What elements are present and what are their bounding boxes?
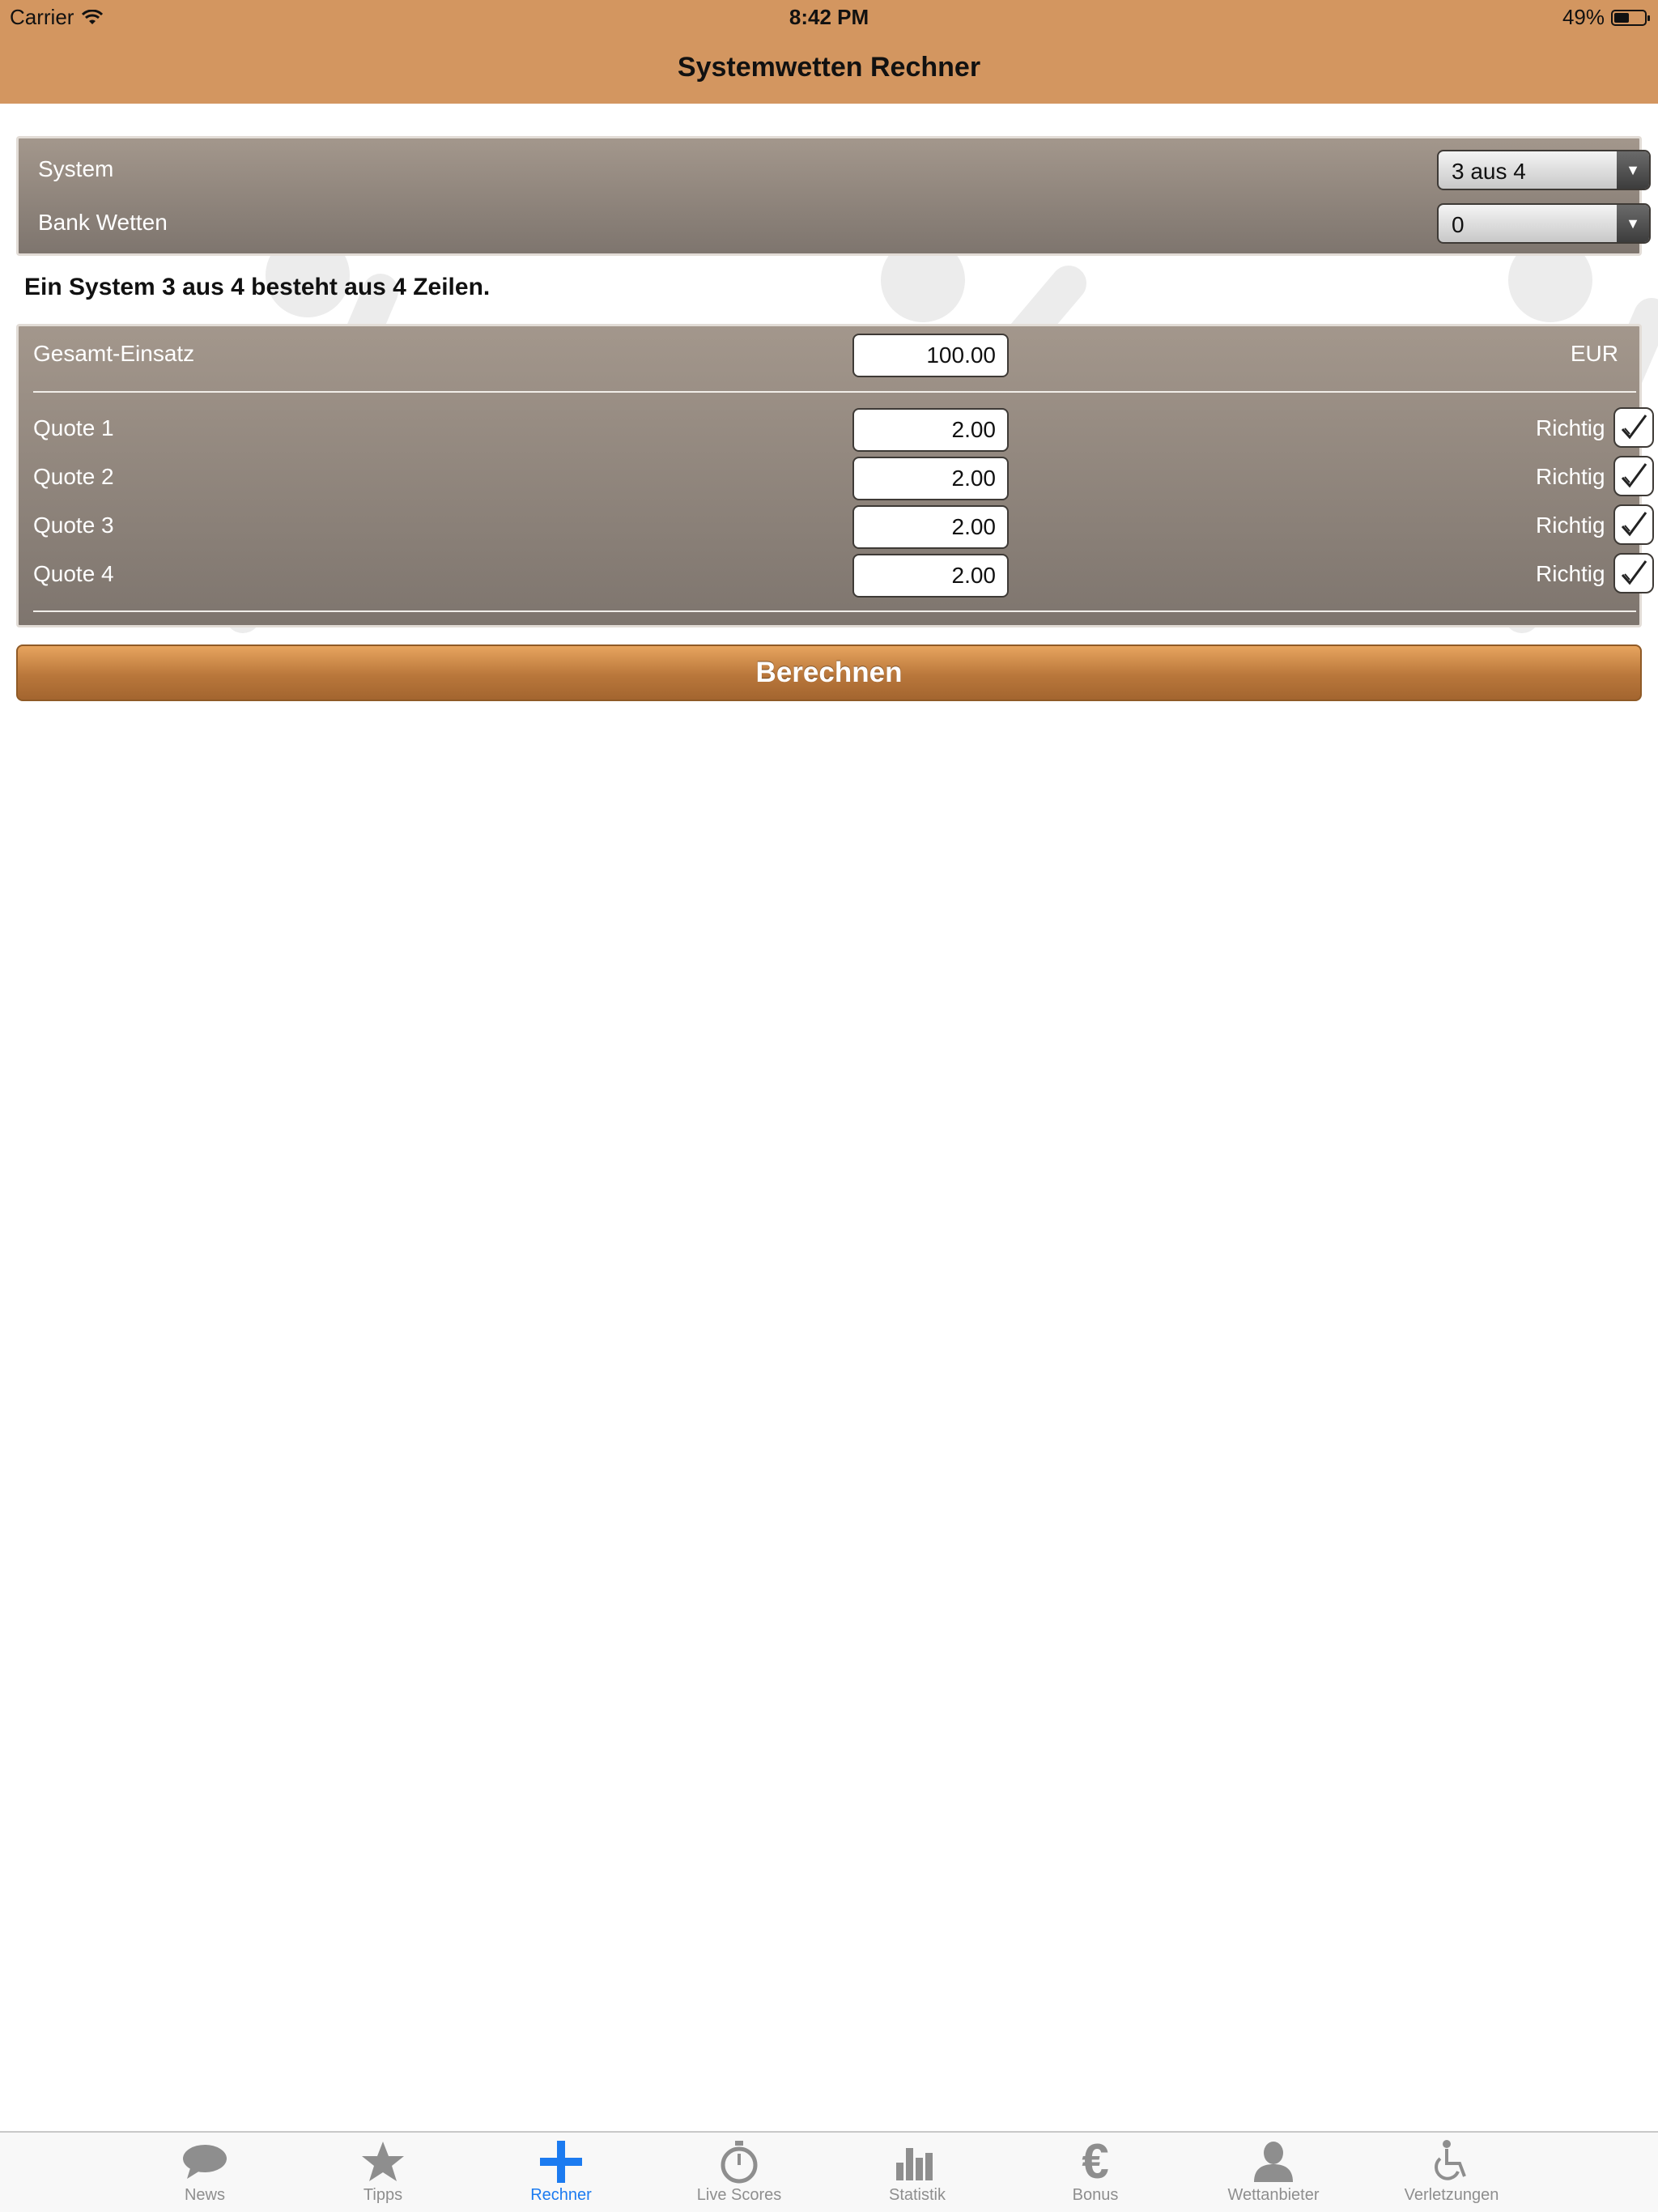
tab-label: Tipps bbox=[363, 2186, 403, 2204]
status-battery: 49% bbox=[1562, 5, 1650, 30]
divider bbox=[33, 391, 1636, 393]
tab-label: Statistik bbox=[888, 2186, 946, 2204]
checkmark-icon bbox=[1621, 512, 1647, 537]
page-title: Systemwetten Rechner bbox=[677, 52, 981, 83]
system-label: System bbox=[38, 156, 114, 181]
quote-4-result-label: Richtig bbox=[1536, 561, 1605, 586]
tab-statistik[interactable]: Statistik bbox=[840, 2133, 994, 2212]
bank-wetten-select[interactable]: 0 ▼ bbox=[1437, 203, 1651, 244]
currency-label: EUR bbox=[1570, 341, 1618, 366]
quote-3-input[interactable]: 2.00 bbox=[852, 505, 1009, 549]
stake-input[interactable]: 100.00 bbox=[852, 334, 1009, 377]
quote-4-value: 2.00 bbox=[951, 563, 997, 588]
quote-2-value: 2.00 bbox=[951, 466, 997, 491]
checkmark-icon bbox=[1621, 560, 1647, 585]
plus-icon bbox=[540, 2141, 582, 2183]
euro-icon: € bbox=[1082, 2134, 1109, 2189]
quotes-panel: Gesamt-Einsatz 100.00 EUR Quote 1 2.00 R… bbox=[16, 324, 1654, 627]
bank-wetten-label: Bank Wetten bbox=[38, 210, 168, 235]
quote-1-checkbox[interactable] bbox=[1613, 407, 1654, 448]
calculate-button[interactable]: Berechnen bbox=[16, 644, 1642, 701]
tab-bonus[interactable]: € Bonus bbox=[1018, 2133, 1172, 2212]
star-icon bbox=[362, 2142, 404, 2181]
tab-rechner[interactable]: Rechner bbox=[484, 2133, 638, 2212]
chevron-down-icon: ▼ bbox=[1617, 151, 1649, 189]
system-select[interactable]: 3 aus 4 ▼ bbox=[1437, 150, 1651, 190]
tab-label: Live Scores bbox=[696, 2186, 782, 2204]
tab-verletzungen[interactable]: Verletzungen bbox=[1375, 2133, 1528, 2212]
quote-2-result-label: Richtig bbox=[1536, 464, 1605, 489]
wheelchair-icon bbox=[1435, 2140, 1466, 2180]
quote-2-label: Quote 2 bbox=[33, 464, 114, 489]
quote-1-label: Quote 1 bbox=[33, 415, 114, 440]
battery-icon bbox=[1611, 9, 1650, 26]
quote-3-checkbox[interactable] bbox=[1613, 504, 1654, 545]
system-panel: System 3 aus 4 ▼ Bank Wetten 0 ▼ bbox=[16, 136, 1651, 256]
quote-3-value: 2.00 bbox=[951, 514, 997, 539]
quote-2-input[interactable]: 2.00 bbox=[852, 457, 1009, 500]
tab-tipps[interactable]: Tipps bbox=[306, 2133, 460, 2212]
quote-4-input[interactable]: 2.00 bbox=[852, 554, 1009, 598]
bank-wetten-select-value: 0 bbox=[1452, 212, 1465, 237]
divider bbox=[33, 610, 1636, 612]
battery-percent: 49% bbox=[1562, 5, 1605, 29]
checkmark-icon bbox=[1621, 463, 1647, 488]
tab-label: Rechner bbox=[530, 2186, 592, 2204]
stopwatch-icon bbox=[721, 2141, 758, 2184]
tab-label: Verletzungen bbox=[1404, 2186, 1499, 2204]
tab-bar: News Tipps Rechner Live Scores Statistik… bbox=[0, 2131, 1658, 2212]
stake-input-value: 100.00 bbox=[926, 342, 996, 368]
quote-1-value: 2.00 bbox=[951, 417, 997, 442]
system-info-text: Ein System 3 aus 4 besteht aus 4 Zeilen. bbox=[24, 274, 491, 300]
quote-1-result-label: Richtig bbox=[1536, 415, 1605, 440]
system-select-value: 3 aus 4 bbox=[1452, 159, 1526, 184]
checkmark-icon bbox=[1621, 415, 1647, 440]
tab-wettanbieter[interactable]: Wettanbieter bbox=[1197, 2133, 1350, 2212]
speech-bubble-icon bbox=[183, 2145, 227, 2179]
quote-3-result-label: Richtig bbox=[1536, 513, 1605, 538]
tab-label: News bbox=[184, 2186, 225, 2204]
tab-news[interactable]: News bbox=[128, 2133, 282, 2212]
quote-1-input[interactable]: 2.00 bbox=[852, 408, 1009, 452]
tab-label: Wettanbieter bbox=[1227, 2186, 1320, 2204]
chevron-down-icon: ▼ bbox=[1617, 205, 1649, 242]
quote-4-label: Quote 4 bbox=[33, 561, 114, 586]
stake-label: Gesamt-Einsatz bbox=[33, 341, 195, 366]
quote-4-checkbox[interactable] bbox=[1613, 553, 1654, 593]
status-time: 8:42 PM bbox=[789, 5, 869, 29]
quote-3-label: Quote 3 bbox=[33, 513, 114, 538]
top-bar: Carrier 8:42 PM 49% Systemwetten Rechner bbox=[0, 0, 1658, 104]
tab-label: Bonus bbox=[1072, 2186, 1119, 2204]
bar-chart-icon bbox=[896, 2148, 933, 2180]
person-icon bbox=[1254, 2142, 1293, 2182]
tab-live-scores[interactable]: Live Scores bbox=[662, 2133, 816, 2212]
quote-2-checkbox[interactable] bbox=[1613, 456, 1654, 496]
